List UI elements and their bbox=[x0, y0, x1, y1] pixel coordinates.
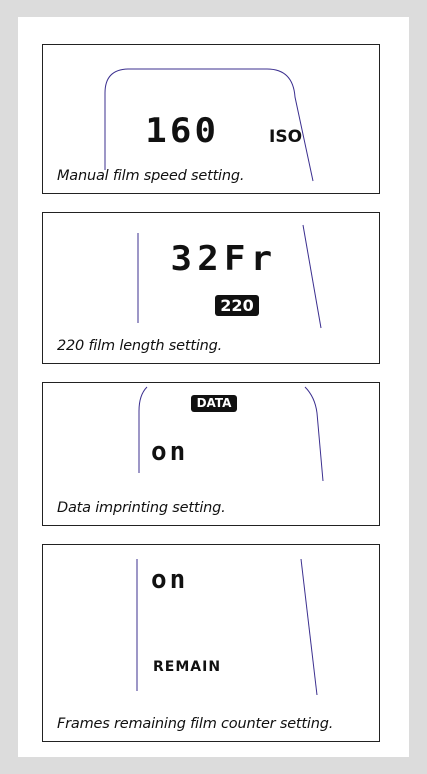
film-length-card: 32Fr 220 220 film length setting. bbox=[42, 212, 380, 364]
iso-indicator: ISO bbox=[269, 127, 303, 147]
frames-counter-display: on bbox=[151, 565, 189, 595]
data-imprint-card: DATA on Data imprinting setting. bbox=[42, 382, 380, 526]
card-caption: Manual film speed setting. bbox=[57, 168, 245, 184]
remain-indicator: REMAIN bbox=[153, 659, 222, 675]
data-imprint-display: on bbox=[151, 437, 189, 467]
data-badge: DATA bbox=[191, 395, 237, 412]
card-caption: Frames remaining film counter setting. bbox=[57, 716, 334, 732]
card-caption: 220 film length setting. bbox=[57, 338, 223, 354]
frames-remaining-card: on REMAIN Frames remaining film counter … bbox=[42, 544, 380, 742]
card-caption: Data imprinting setting. bbox=[57, 500, 226, 516]
lcd-frame-outline bbox=[136, 558, 318, 696]
iso-setting-card: 160 ISO Manual film speed setting. bbox=[42, 44, 380, 194]
film-length-display: 32Fr bbox=[170, 239, 278, 279]
film-220-badge: 220 bbox=[215, 295, 259, 316]
iso-value-display: 160 bbox=[145, 111, 220, 151]
